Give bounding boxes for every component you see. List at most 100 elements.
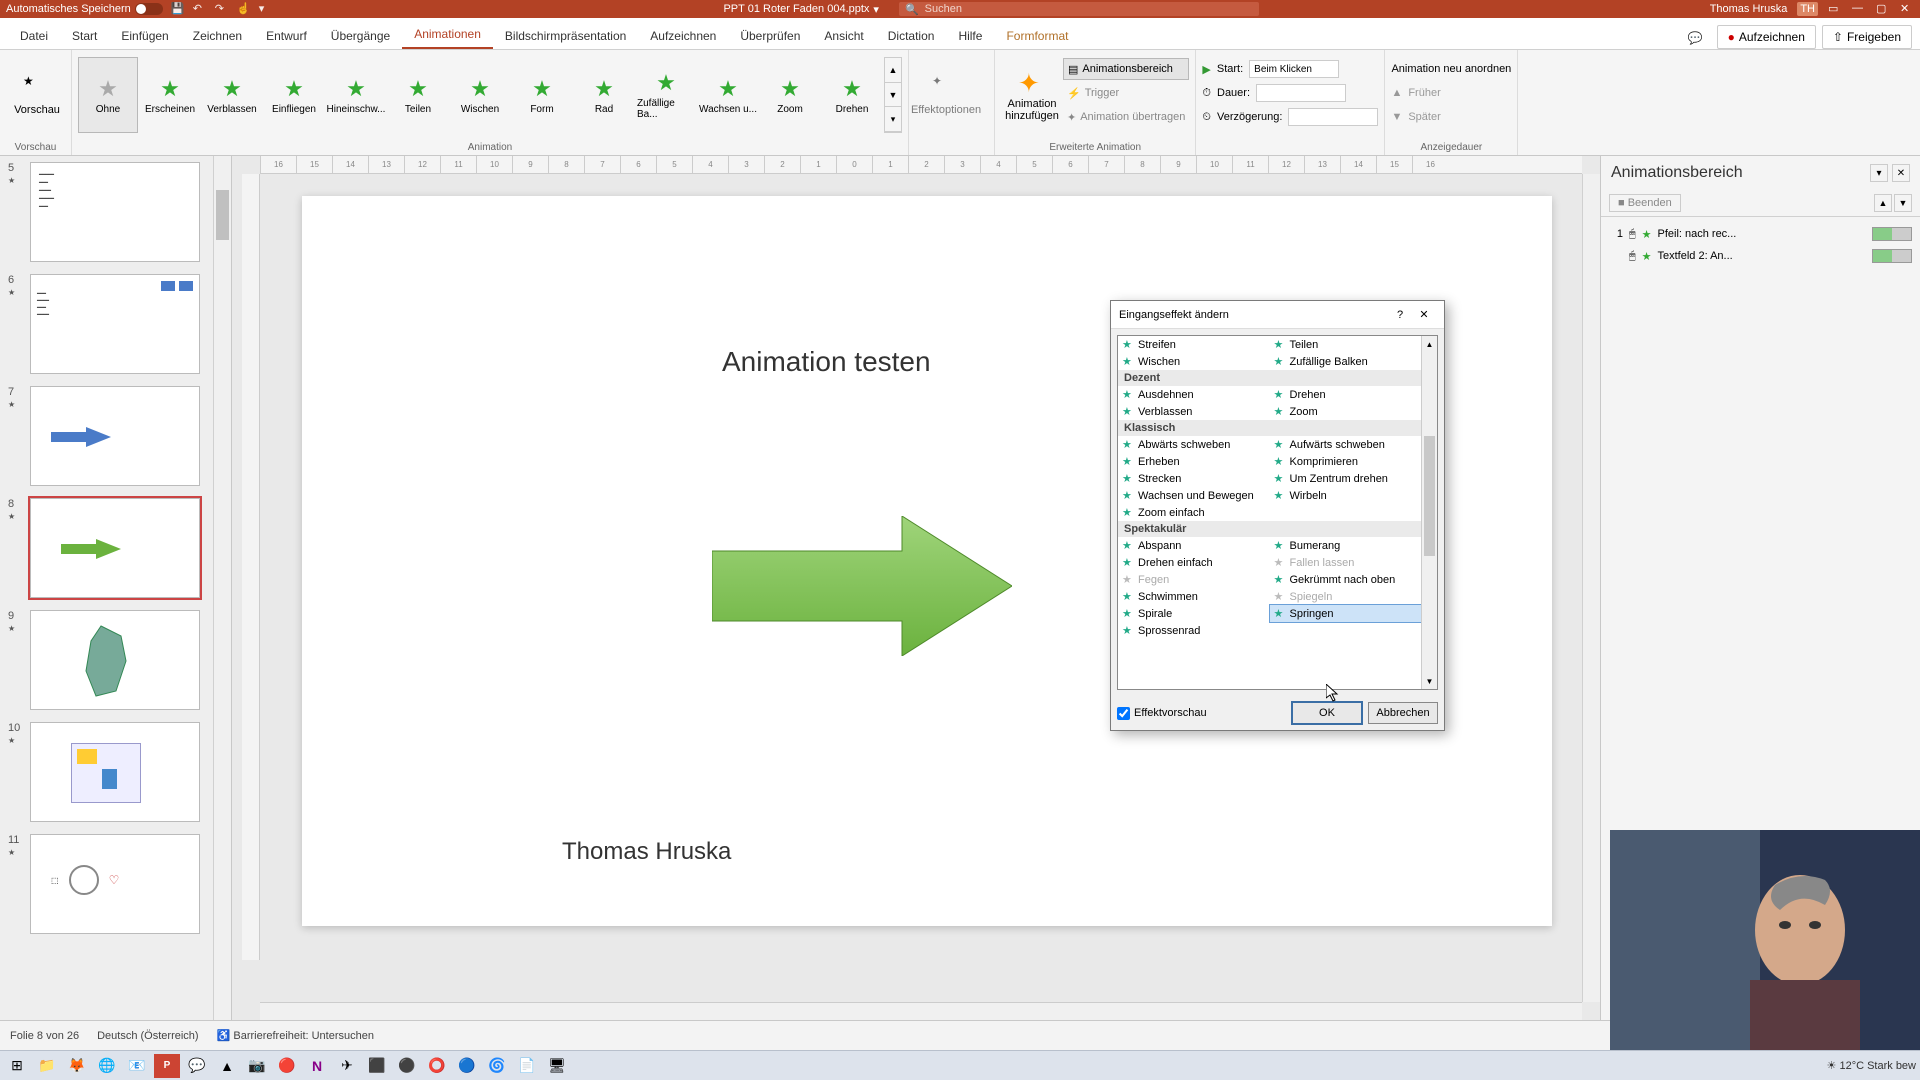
gallery-item[interactable]: ★Drehen [822,57,882,133]
editor-scrollbar[interactable] [1582,174,1600,1002]
duration-input[interactable] [1256,84,1346,102]
gallery-item[interactable]: ★Rad [574,57,634,133]
taskbar-app7-icon[interactable]: 📄 [514,1054,540,1078]
animation-item[interactable]: 🖱★Textfeld 2: An... [1609,245,1912,267]
taskbar-chrome-icon[interactable]: 🌐 [94,1054,120,1078]
effect-item[interactable]: ★Schwimmen [1118,588,1270,605]
effect-item[interactable]: ★Ausdehnen [1118,386,1270,403]
effect-item[interactable]: ★Abwärts schweben [1118,436,1270,453]
gallery-item[interactable]: ★Erscheinen [140,57,200,133]
ok-button[interactable]: OK [1292,702,1362,724]
tab-shapeformat[interactable]: Formformat [994,23,1080,49]
filename[interactable]: PPT 01 Roter Faden 004.pptx ▾ [723,3,878,16]
scroll-thumb[interactable] [1424,436,1435,556]
taskbar-outlook-icon[interactable]: 📧 [124,1054,150,1078]
delay-input[interactable] [1288,108,1378,126]
thumbnail-scrollbar[interactable] [213,156,231,1050]
effect-item[interactable]: ★Erheben [1118,453,1270,470]
taskbar-app2-icon[interactable]: 📷 [244,1054,270,1078]
slide-thumbnail[interactable]: 6★━━━━━━━━━━━━━━ [0,268,231,380]
ribbon-display-icon[interactable]: ▭ [1828,2,1842,16]
slide-title-text[interactable]: Animation testen [722,346,931,378]
taskbar-firefox-icon[interactable]: 🦊 [64,1054,90,1078]
tab-animations[interactable]: Animationen [402,21,493,49]
close-icon[interactable]: ✕ [1900,2,1914,16]
animation-item[interactable]: 1🖱★Pfeil: nach rec... [1609,223,1912,245]
effect-item[interactable]: ★Zufällige Balken [1270,353,1422,370]
later-button[interactable]: Später [1408,111,1440,123]
taskbar-vlc-icon[interactable]: ▲ [214,1054,240,1078]
preview-checkbox-input[interactable] [1117,707,1130,720]
undo-icon[interactable]: ↶ [193,2,207,16]
touch-mode-icon[interactable]: ☝ [237,2,251,16]
taskbar-app3-icon[interactable]: 🔴 [274,1054,300,1078]
earlier-button[interactable]: Früher [1408,87,1440,99]
gallery-down-icon[interactable]: ▼ [885,83,901,108]
taskbar-obs-icon[interactable]: ⚫ [394,1054,420,1078]
taskbar-explorer-icon[interactable]: 📁 [34,1054,60,1078]
effect-item[interactable]: ★Bumerang [1270,537,1422,554]
tab-file[interactable]: Datei [8,23,60,49]
gallery-up-icon[interactable]: ▲ [885,58,901,83]
effect-item[interactable]: ★Streifen [1118,336,1270,353]
gallery-item[interactable]: ★Hineinschw... [326,57,386,133]
gallery-more-icon[interactable]: ▾ [885,107,901,132]
pane-close-icon[interactable]: ✕ [1892,164,1910,182]
effect-list-scrollbar[interactable]: ▲ ▼ [1421,336,1437,689]
taskbar-onenote-icon[interactable]: N [304,1054,330,1078]
comments-icon[interactable]: 💬 [1680,27,1711,49]
slide-thumbnail[interactable]: 7★ [0,380,231,492]
slide-counter[interactable]: Folie 8 von 26 [10,1030,79,1042]
chevron-down-icon[interactable]: ▾ [873,3,879,16]
effect-item[interactable]: ★Teilen [1270,336,1422,353]
scroll-down-icon[interactable]: ▼ [1422,673,1437,689]
taskbar-app-icon[interactable]: 💬 [184,1054,210,1078]
taskbar-edge-icon[interactable]: 🌀 [484,1054,510,1078]
add-animation-button[interactable]: ✦ Animation hinzufügen [1001,54,1063,136]
taskbar-powerpoint-icon[interactable]: P [154,1054,180,1078]
taskbar-app8-icon[interactable]: 🖥 [544,1054,570,1078]
save-icon[interactable]: 💾 [171,2,185,16]
arrow-shape[interactable] [712,516,1012,656]
effect-list[interactable]: ★Streifen★Teilen★Wischen★Zufällige Balke… [1117,335,1438,690]
tab-view[interactable]: Ansicht [812,23,875,49]
tab-design[interactable]: Entwurf [254,23,319,49]
effect-item[interactable]: ★Drehen einfach [1118,554,1270,571]
effect-item[interactable]: ★Wischen [1118,353,1270,370]
gallery-item[interactable]: ★Ohne [78,57,138,133]
animation-painter-button[interactable]: ✦Animation übertragen [1063,106,1189,128]
effect-item[interactable]: ★Springen [1270,605,1422,622]
trigger-button[interactable]: ⚡Trigger [1063,82,1189,104]
effect-item[interactable]: ★Wachsen und Bewegen [1118,487,1270,504]
user-badge[interactable]: TH [1797,2,1818,16]
redo-icon[interactable]: ↷ [215,2,229,16]
animation-pane-button[interactable]: ▤Animationsbereich [1063,58,1189,80]
qat-more-icon[interactable]: ▾ [259,2,273,16]
stop-button[interactable]: ■ Beenden [1609,194,1681,212]
move-down-icon[interactable]: ▼ [1894,194,1912,212]
tab-insert[interactable]: Einfügen [109,23,180,49]
toggle-switch[interactable] [135,3,163,15]
slide-thumbnail[interactable]: 10★ [0,716,231,828]
gallery-item[interactable]: ★Teilen [388,57,448,133]
effect-item[interactable]: ★Um Zentrum drehen [1270,470,1422,487]
effect-item[interactable]: ★Aufwärts schweben [1270,436,1422,453]
move-up-icon[interactable]: ▲ [1874,194,1892,212]
effect-item[interactable]: ★Drehen [1270,386,1422,403]
slide-thumbnail[interactable]: 5★━━━━━━━━━━━━━━━━━━━━ [0,156,231,268]
effect-item[interactable]: ★Abspann [1118,537,1270,554]
preview-checkbox[interactable]: Effektvorschau [1117,707,1207,720]
accessibility-check[interactable]: ♿ Barrierefreiheit: Untersuchen [217,1029,374,1042]
effect-item[interactable]: ★Sprossenrad [1118,622,1270,639]
user-name[interactable]: Thomas Hruska [1710,3,1788,15]
gallery-item[interactable]: ★Einfliegen [264,57,324,133]
search-box[interactable]: 🔍 Suchen [899,2,1259,16]
gallery-item[interactable]: ★Verblassen [202,57,262,133]
gallery-item[interactable]: ★Wischen [450,57,510,133]
weather-widget[interactable]: ☀ 12°C Stark bew [1827,1059,1916,1072]
record-button[interactable]: ●Aufzeichnen [1717,25,1816,49]
effect-item[interactable]: ★Gekrümmt nach oben [1270,571,1422,588]
effect-item[interactable]: ★Strecken [1118,470,1270,487]
dialog-help-icon[interactable]: ? [1388,305,1412,325]
effect-item[interactable]: ★Zoom einfach [1118,504,1270,521]
